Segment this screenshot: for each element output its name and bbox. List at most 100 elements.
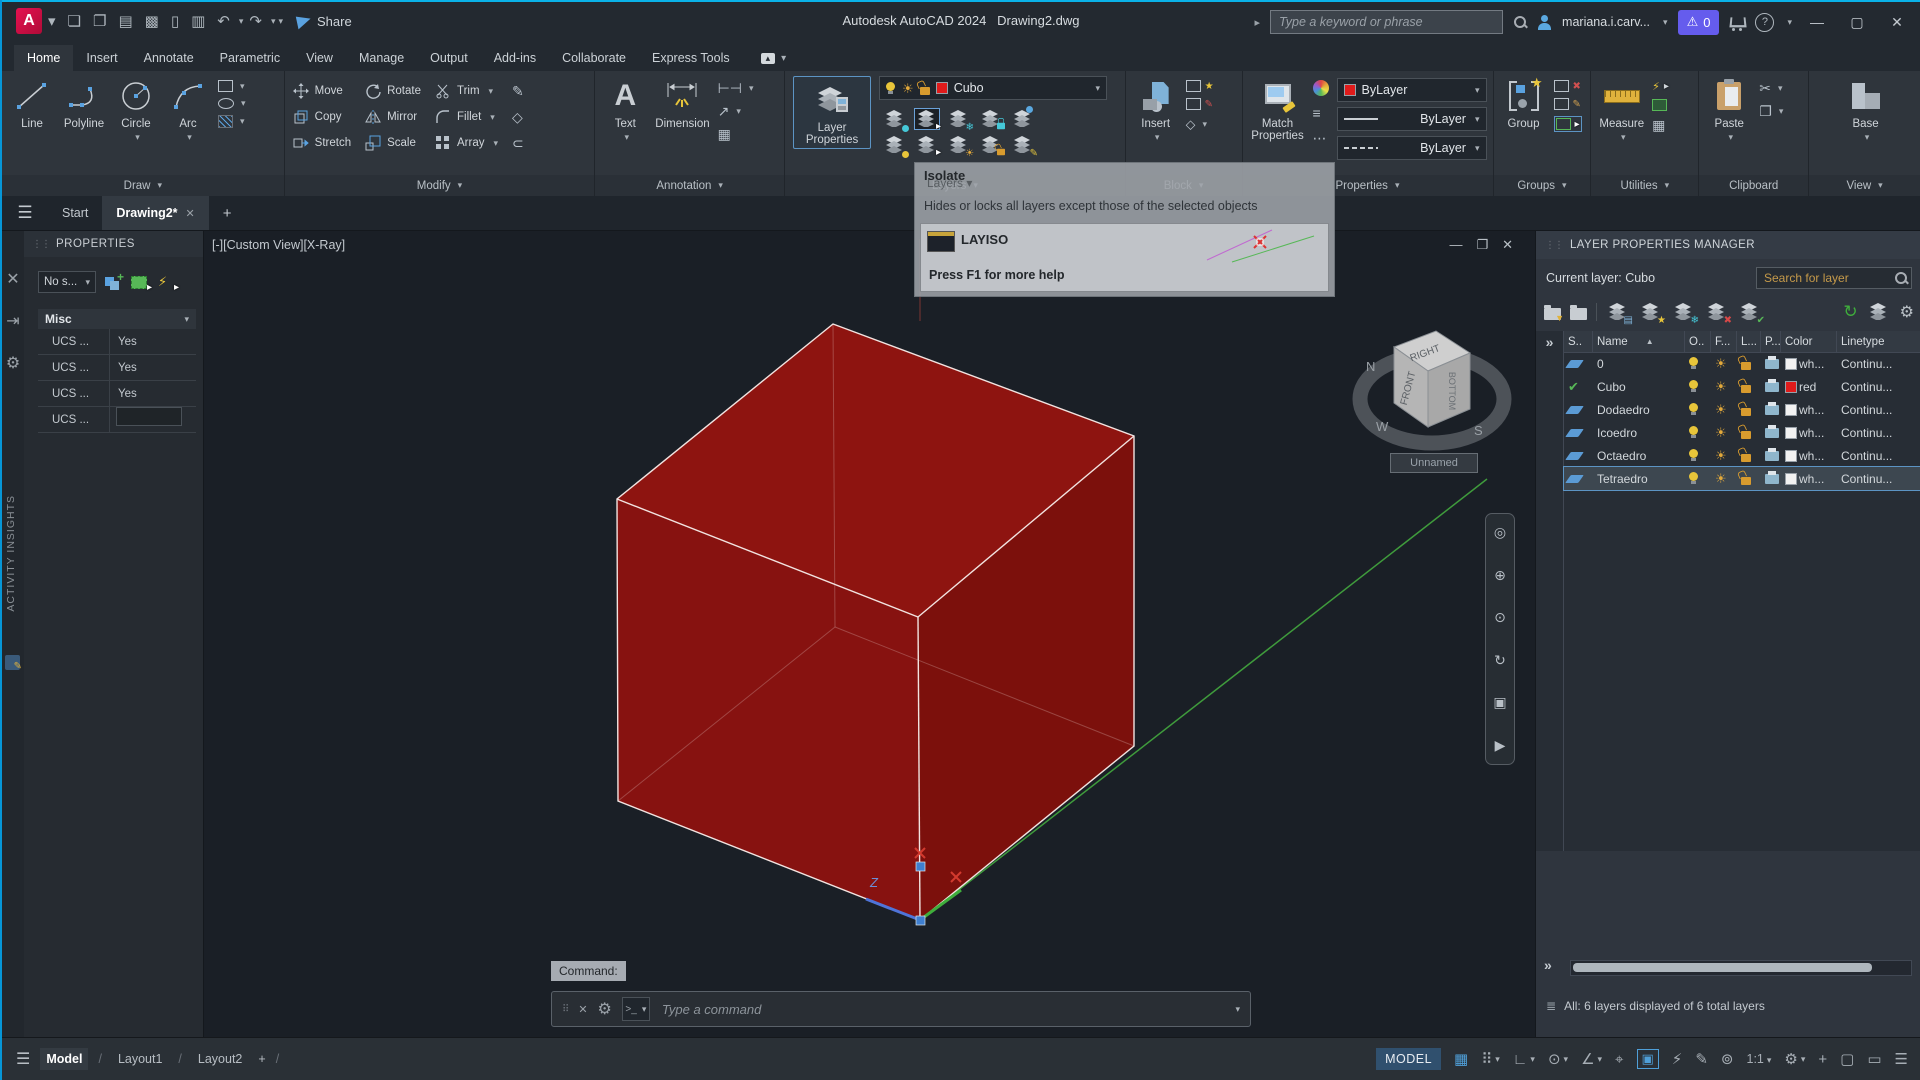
ucs-unnamed-chip[interactable]: Unnamed bbox=[1390, 453, 1478, 473]
freeze-icon[interactable]: ☀ bbox=[1715, 472, 1727, 485]
showmotion-icon[interactable]: ▣ bbox=[1493, 694, 1506, 711]
search-expand-icon[interactable]: ▸ bbox=[1255, 16, 1261, 29]
layer-states-icon[interactable]: ▤ bbox=[1606, 302, 1630, 322]
toggle-pickadd-icon[interactable]: + bbox=[103, 273, 123, 291]
layer-properties-button[interactable]: Layer Properties bbox=[793, 76, 871, 149]
help-icon[interactable]: ? bbox=[1755, 13, 1774, 32]
layout2-tab[interactable]: Layout2 bbox=[192, 1048, 248, 1070]
lineweight-icon[interactable]: ≡ bbox=[1313, 105, 1329, 121]
add-status-icon[interactable]: + bbox=[1818, 1051, 1827, 1068]
paste-button[interactable]: Paste ▾ bbox=[1707, 76, 1751, 143]
close-palette-icon[interactable]: ✕ bbox=[6, 269, 19, 289]
on-icon[interactable] bbox=[1689, 449, 1699, 462]
move-button[interactable]: Move bbox=[293, 83, 351, 99]
ellipse-button[interactable]: ▾ bbox=[218, 98, 246, 109]
freeze-icon[interactable]: ☀ bbox=[1715, 380, 1727, 393]
palette-grip-icon[interactable]: ⋮⋮ bbox=[32, 239, 50, 250]
tab-parametric[interactable]: Parametric bbox=[207, 45, 293, 71]
linetype-icon[interactable]: ⋯ bbox=[1313, 130, 1329, 147]
tab-express-tools[interactable]: Express Tools bbox=[639, 45, 743, 71]
draw-panel-footer[interactable]: Draw▾ bbox=[2, 175, 284, 196]
lpm-grip-icon[interactable]: ⋮⋮ bbox=[1545, 240, 1563, 251]
plot-icon[interactable] bbox=[1765, 451, 1779, 461]
group-edit-button[interactable]: ✎ bbox=[1554, 98, 1582, 110]
activity-insights-label[interactable]: ACTIVITY INSIGHTS bbox=[5, 495, 17, 612]
modify-panel-footer[interactable]: Modify▾ bbox=[285, 175, 595, 196]
base-button[interactable]: Base ▾ bbox=[1844, 76, 1888, 143]
grip-point[interactable] bbox=[916, 916, 925, 925]
circle-caret-icon[interactable]: ▾ bbox=[135, 132, 140, 143]
transfer-icon[interactable]: ▯ bbox=[171, 12, 179, 30]
polyline-button[interactable]: Polyline bbox=[62, 76, 106, 130]
new-frozen-layer-icon[interactable]: ❄ bbox=[1672, 302, 1696, 322]
on-icon[interactable] bbox=[1689, 380, 1699, 393]
layer-filter-icon[interactable] bbox=[1544, 308, 1561, 320]
layer-row-dodaedro[interactable]: Dodaedro ☀ wh... Continu... bbox=[1564, 398, 1920, 421]
layer-search-input[interactable] bbox=[1756, 267, 1912, 289]
color-swatch[interactable] bbox=[1785, 358, 1797, 370]
freeze-icon[interactable]: ☀ bbox=[1715, 357, 1727, 370]
rotate-button[interactable]: Rotate bbox=[365, 83, 421, 99]
new-layout-button[interactable]: + bbox=[258, 1052, 265, 1066]
signed-in-user[interactable]: mariana.i.carv... bbox=[1562, 15, 1650, 29]
insert-button[interactable]: Insert ▾ bbox=[1134, 76, 1178, 143]
freeze-icon[interactable]: ☀ bbox=[1715, 426, 1727, 439]
grid-display-icon[interactable]: ▦ bbox=[1454, 1050, 1468, 1068]
plot-icon[interactable] bbox=[1765, 359, 1779, 369]
lpm-title-bar[interactable]: ⋮⋮ LAYER PROPERTIES MANAGER bbox=[1536, 231, 1920, 259]
plot-icon[interactable] bbox=[1765, 405, 1779, 415]
plot-icon[interactable]: ▥ bbox=[191, 12, 205, 30]
quick-select-button[interactable]: ⚡▸ bbox=[1652, 80, 1669, 93]
compass-w-label[interactable]: W bbox=[1376, 419, 1389, 434]
edit-block-button[interactable]: ✎ bbox=[1186, 98, 1214, 110]
model-tab[interactable]: Model bbox=[40, 1048, 88, 1070]
layers-filter-icon[interactable]: ≣ bbox=[1546, 999, 1556, 1013]
freeze-icon[interactable]: ☀ bbox=[1715, 449, 1727, 462]
user-avatar-icon[interactable] bbox=[1537, 15, 1552, 30]
collapse-filter-pane-button[interactable]: » bbox=[1536, 331, 1564, 851]
layer-on-button[interactable] bbox=[883, 135, 907, 155]
col-color[interactable]: Color bbox=[1781, 331, 1837, 352]
group-button[interactable]: ★ Group bbox=[1502, 76, 1546, 130]
layer-off-button[interactable] bbox=[883, 109, 907, 129]
restore-drawing-button[interactable]: ❐ bbox=[1476, 237, 1488, 253]
layer-isolate-button[interactable]: ▸ bbox=[915, 109, 939, 129]
file-tabs-menu-icon[interactable]: ☰ bbox=[2, 196, 48, 230]
tab-start[interactable]: Start bbox=[48, 196, 102, 230]
user-caret-icon[interactable]: ▾ bbox=[1663, 17, 1668, 28]
view-panel-footer[interactable]: View▾ bbox=[1809, 175, 1920, 196]
isodraft-icon[interactable]: ∠▾ bbox=[1581, 1050, 1602, 1068]
misc-section-header[interactable]: Misc▾ bbox=[38, 309, 196, 329]
copy-clip-button[interactable]: ❐▾ bbox=[1759, 103, 1783, 120]
layer-freeze-button[interactable]: ❄ bbox=[947, 109, 971, 129]
base-caret-icon[interactable]: ▾ bbox=[1865, 132, 1870, 143]
compass-s-label[interactable]: S bbox=[1474, 423, 1483, 438]
lock-icon[interactable] bbox=[1741, 477, 1751, 485]
on-icon[interactable] bbox=[1689, 403, 1699, 416]
linear-dimension-button[interactable]: ⊢⊣▾ bbox=[718, 80, 754, 97]
qat-customize-icon[interactable]: ▾ bbox=[278, 16, 283, 27]
explode-button[interactable]: ◇ bbox=[512, 109, 524, 126]
col-linetype[interactable]: Linetype bbox=[1837, 331, 1920, 352]
select-objects-icon[interactable]: ▸ bbox=[130, 273, 150, 291]
drawing-canvas[interactable]: Z RIGHT FRONT BOTTOM N W S bbox=[204, 231, 1535, 1037]
close-command-icon[interactable]: ✕ bbox=[578, 1003, 587, 1016]
object-snap-icon[interactable]: ⌖ bbox=[1615, 1051, 1623, 1068]
object-color-dropdown[interactable]: ByLayer▾ bbox=[1337, 78, 1487, 102]
scale-button[interactable]: Scale bbox=[365, 135, 421, 151]
cut-button[interactable]: ✂▾ bbox=[1759, 80, 1783, 97]
command-prompt-icon[interactable]: >_▾ bbox=[622, 997, 650, 1021]
stretch-button[interactable]: Stretch bbox=[293, 135, 351, 151]
quick-calculator-button[interactable]: ▦ bbox=[1652, 117, 1669, 134]
refresh-icon[interactable]: ↻ bbox=[1843, 302, 1857, 322]
customization-gear-icon[interactable]: ⚙▾ bbox=[1784, 1050, 1805, 1068]
table-button[interactable]: ▦ bbox=[718, 126, 754, 143]
annotation-scale-button[interactable]: 1:1▾ bbox=[1747, 1052, 1772, 1066]
redo-icon[interactable]: ↷ bbox=[249, 12, 262, 30]
text-caret-icon[interactable]: ▾ bbox=[625, 132, 630, 143]
col-lock[interactable]: L... bbox=[1737, 331, 1761, 352]
measure-caret-icon[interactable]: ▾ bbox=[1621, 132, 1626, 143]
properties-palette-title[interactable]: ⋮⋮ PROPERTIES bbox=[24, 231, 203, 257]
match-properties-button[interactable]: Match Properties bbox=[1251, 76, 1305, 142]
zoom-icon[interactable]: ⊙ bbox=[1494, 609, 1506, 626]
